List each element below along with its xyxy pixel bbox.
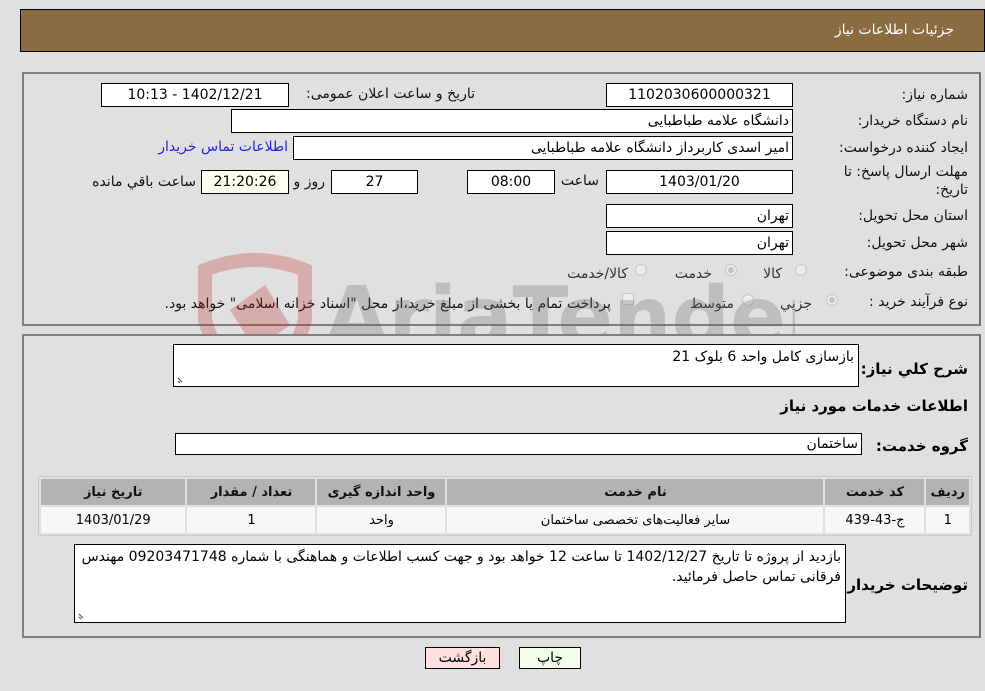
purchase-radio-medium[interactable] [742, 294, 754, 306]
province-label: استان محل تحویل: [858, 208, 968, 224]
buyer-org-field: دانشگاه علامه طباطبایی [231, 109, 793, 133]
deadline-time-label: ساعت [560, 173, 599, 189]
category-radio-service[interactable] [725, 264, 737, 276]
col-service-code: کد خدمت [825, 479, 925, 505]
days-label: روز و [293, 174, 326, 190]
table-row: 1 ج-43-439 سایر فعالیت‌های تخصصی ساختمان… [41, 507, 969, 533]
category-option-goods: کالا [763, 266, 782, 282]
cell-row-number: 1 [926, 507, 969, 533]
services-heading: اطلاعات خدمات مورد نیاز [780, 397, 968, 415]
treasury-checkbox[interactable] [622, 293, 634, 305]
requester-label: ایجاد کننده درخواست: [839, 140, 968, 156]
announce-datetime-field: 1402/12/21 - 10:13 [101, 83, 289, 107]
category-label: طبقه بندی موضوعی: [844, 264, 968, 280]
buyer-contact-link[interactable]: اطلاعات تماس خریدار [158, 139, 288, 155]
page-header: جزئیات اطلاعات نیاز [20, 9, 985, 52]
services-table-wrap: ردیف کد خدمت نام خدمت واحد اندازه گیری ت… [38, 476, 972, 536]
time-remaining-label: ساعت باقي مانده [92, 174, 196, 190]
cell-service-name: سایر فعالیت‌های تخصصی ساختمان [447, 507, 824, 533]
deadline-date-field: 1403/01/20 [606, 170, 793, 194]
requester-field: امیر اسدی کاربرداز دانشگاه علامه طباطبای… [293, 136, 793, 160]
resize-handle-icon[interactable] [176, 374, 186, 384]
description-label: شرح کلي نیاز: [860, 360, 968, 378]
purchase-radio-partial[interactable] [826, 294, 838, 306]
city-field: تهران [606, 231, 793, 255]
resize-handle-icon[interactable] [77, 610, 87, 620]
col-need-date: تاریخ نیاز [41, 479, 186, 505]
category-option-service: خدمت [674, 266, 712, 282]
buyer-org-label: نام دستگاه خریدار: [857, 113, 968, 129]
deadline-label-line2: تاریخ: [935, 182, 968, 198]
col-row-number: ردیف [926, 479, 969, 505]
col-unit: واحد اندازه گیری [317, 479, 446, 505]
description-text: بازسازی کامل واحد 6 بلوک 21 [672, 349, 854, 365]
days-remaining-field: 27 [331, 170, 418, 194]
buyer-notes-label: توضیحات خریدار: [841, 576, 968, 594]
need-number-label: شماره نیاز: [901, 87, 969, 103]
purchase-type-label: نوع فرآیند خرید : [869, 294, 968, 310]
col-quantity: تعداد / مقدار [187, 479, 316, 505]
province-field: تهران [606, 204, 793, 228]
cell-service-code: ج-43-439 [825, 507, 925, 533]
page-title: جزئیات اطلاعات نیاز [834, 22, 954, 38]
col-service-name: نام خدمت [447, 479, 824, 505]
cell-quantity: 1 [187, 507, 316, 533]
description-textarea[interactable]: بازسازی کامل واحد 6 بلوک 21 [173, 344, 859, 387]
service-group-field: ساختمان [175, 433, 862, 455]
city-label: شهر محل تحویل: [866, 235, 968, 251]
deadline-label-line1: مهلت ارسال پاسخ: تا [843, 164, 968, 180]
deadline-time-field: 08:00 [467, 170, 555, 194]
time-remaining-field: 21:20:26 [201, 170, 289, 194]
need-number-field: 1102030600000321 [606, 83, 793, 107]
category-radio-goods-service[interactable] [635, 264, 647, 276]
buyer-notes-text: بازدید از پروژه تا تاریخ 1402/12/27 تا س… [81, 549, 841, 585]
purchase-option-medium: متوسط [690, 296, 734, 312]
announce-datetime-label: تاریخ و ساعت اعلان عمومی: [306, 86, 475, 102]
buyer-notes-textarea[interactable]: بازدید از پروژه تا تاریخ 1402/12/27 تا س… [74, 544, 846, 623]
treasury-note: پرداخت تمام یا بخشی از مبلغ خرید،از محل … [164, 296, 611, 312]
category-radio-goods[interactable] [795, 264, 807, 276]
table-header-row: ردیف کد خدمت نام خدمت واحد اندازه گیری ت… [41, 479, 969, 505]
purchase-option-partial: جزيي [780, 296, 812, 312]
cell-need-date: 1403/01/29 [41, 507, 186, 533]
back-button[interactable]: بازگشت [425, 647, 500, 669]
cell-unit: واحد [317, 507, 446, 533]
print-button[interactable]: چاپ [519, 647, 581, 669]
services-table: ردیف کد خدمت نام خدمت واحد اندازه گیری ت… [39, 477, 971, 535]
category-option-goods-service: کالا/خدمت [567, 266, 628, 282]
service-group-label: گروه خدمت: [875, 437, 968, 455]
